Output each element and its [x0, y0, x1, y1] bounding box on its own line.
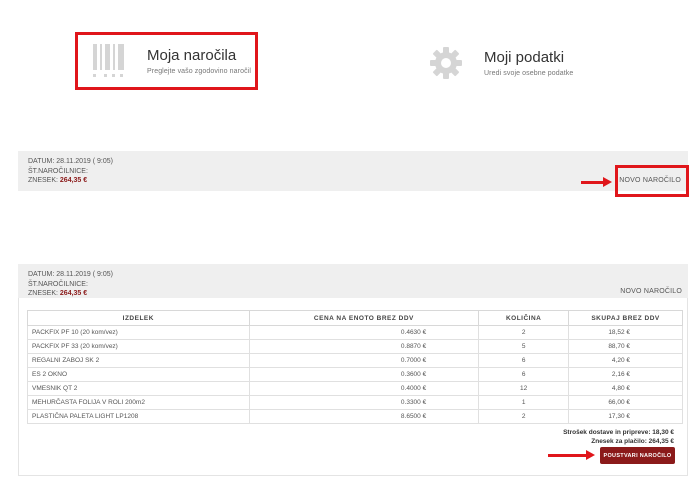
product-cell: MEHURČASTA FOLIJA V ROLI 200m2 — [27, 395, 250, 410]
unit-price-cell: 0.3600 € — [248, 367, 480, 382]
order-summary: Strošek dostave in pripreve: 18,30 € Zne… — [563, 429, 674, 446]
my-orders-title: Moja naročila — [147, 47, 237, 64]
product-cell: PLASTIČNA PALETA LIGHT LP1208 — [27, 409, 250, 424]
my-data-title: Moji podatki — [484, 49, 565, 66]
unit-price-cell: 0.4630 € — [248, 325, 480, 340]
quantity-cell: 5 — [478, 339, 570, 354]
gear-icon — [430, 47, 462, 79]
quantity-cell: 1 — [478, 395, 570, 410]
total-cell: 4,20 € — [568, 353, 683, 368]
total-to-pay: Znesek za plačilo: 264,35 € — [591, 437, 674, 445]
product-cell: ES 2 OKNO — [27, 367, 250, 382]
unit-price-cell: 0.3300 € — [248, 395, 480, 410]
table-header-row: IZDELEK CENA NA ENOTO BREZ DDV KOLIČINA … — [27, 310, 683, 326]
shipping-cost: Strošek dostave in pripreve: 18,30 € — [563, 429, 674, 436]
quantity-cell: 12 — [478, 381, 570, 396]
column-header-quantity: KOLIČINA — [478, 310, 570, 326]
quantity-cell: 2 — [478, 325, 570, 340]
table-row: PACKFIX PF 33 (20 kom/vez) 0.8870 € 5 88… — [27, 339, 683, 354]
order-header-1[interactable]: DATUM: 28.11.2019 ( 9:05) ŠT.NAROČILNICE… — [18, 151, 688, 191]
highlight-box — [615, 165, 689, 197]
product-cell: PACKFIX PF 33 (20 kom/vez) — [27, 339, 250, 354]
order-meta-2: DATUM: 28.11.2019 ( 9:05) ŠT.NAROČILNICE… — [28, 270, 113, 299]
unit-price-cell: 0.4000 € — [248, 381, 480, 396]
quantity-cell: 6 — [478, 367, 570, 382]
order-date: DATUM: 28.11.2019 ( 9:05) — [28, 271, 113, 278]
order-invoice: ŠT.NAROČILNICE: — [28, 280, 88, 288]
total-cell: 4,80 € — [568, 381, 683, 396]
order-header-2[interactable]: DATUM: 28.11.2019 ( 9:05) ŠT.NAROČILNICE… — [18, 264, 688, 298]
unit-price-cell: 0.8870 € — [248, 339, 480, 354]
table-row: PACKFIX PF 10 (20 kom/vez) 0.4630 € 2 18… — [27, 325, 683, 340]
product-cell: VMESNIK QT 2 — [27, 381, 250, 396]
order-amount-label: ZNESEK: — [28, 177, 58, 184]
my-orders-subtitle: Preglejte vašo zgodovino naročil — [147, 68, 251, 75]
my-orders-card[interactable]: Moja naročila Preglejte vašo zgodovino n… — [75, 32, 258, 90]
table-row: VMESNIK QT 2 0.4000 € 12 4,80 € — [27, 381, 683, 396]
order-invoice: ŠT.NAROČILNICE: — [28, 167, 88, 175]
column-header-unit-price: CENA NA ENOTO BREZ DDV — [248, 310, 480, 326]
total-cell: 88,70 € — [568, 339, 683, 354]
arrow-icon — [548, 450, 595, 460]
table-row: REGALNI ZABOJ SK 2 0.7000 € 6 4,20 € — [27, 353, 683, 368]
column-header-product: IZDELEK — [27, 310, 250, 326]
my-data-subtitle: Uredi svoje osebne podatke — [484, 70, 574, 77]
total-cell: 66,00 € — [568, 395, 683, 410]
total-cell: 17,30 € — [568, 409, 683, 424]
total-cell: 2,16 € — [568, 367, 683, 382]
column-header-total: SKUPAJ BREZ DDV — [568, 310, 683, 326]
table-row: MEHURČASTA FOLIJA V ROLI 200m2 0.3300 € … — [27, 395, 683, 410]
product-cell: PACKFIX PF 10 (20 kom/vez) — [27, 325, 250, 340]
barcode-icon — [93, 44, 124, 77]
order-items-table: IZDELEK CENA NA ENOTO BREZ DDV KOLIČINA … — [27, 310, 683, 424]
total-cell: 18,52 € — [568, 325, 683, 340]
unit-price-cell: 8.6500 € — [248, 409, 480, 424]
new-order-link[interactable]: NOVO NAROČILO — [620, 288, 682, 295]
product-cell: REGALNI ZABOJ SK 2 — [27, 353, 250, 368]
my-data-card[interactable]: Moji podatki Uredi svoje osebne podatke — [428, 40, 628, 86]
arrow-icon — [581, 177, 612, 187]
table-row: ES 2 OKNO 0.3600 € 6 2,16 € — [27, 367, 683, 382]
table-row: PLASTIČNA PALETA LIGHT LP1208 8.6500 € 2… — [27, 409, 683, 424]
unit-price-cell: 0.7000 € — [248, 353, 480, 368]
quantity-cell: 6 — [478, 353, 570, 368]
order-meta-1: DATUM: 28.11.2019 ( 9:05) ŠT.NAROČILNICE… — [28, 157, 113, 186]
order-amount-label: ZNESEK: — [28, 290, 58, 297]
order-amount-value: 264,35 € — [59, 290, 88, 297]
order-date: DATUM: 28.11.2019 ( 9:05) — [28, 158, 113, 165]
quantity-cell: 2 — [478, 409, 570, 424]
order-amount-value: 264,35 € — [59, 177, 88, 184]
create-order-button[interactable]: POUSTVARI NAROČILO — [600, 447, 675, 464]
